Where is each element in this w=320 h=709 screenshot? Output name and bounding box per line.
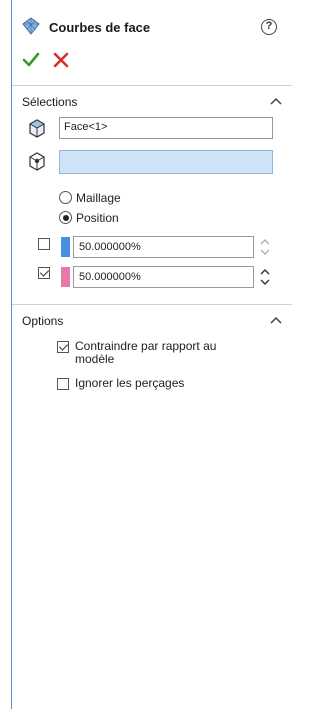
spinner-up-icon[interactable] [260, 268, 270, 276]
section-title-selections: Sélections [22, 95, 78, 109]
vertex-selection-icon [29, 152, 45, 171]
cancel-x-icon[interactable] [53, 52, 69, 68]
ok-checkmark-icon[interactable] [22, 52, 40, 68]
vertex-selection-field[interactable] [59, 150, 273, 174]
section-divider [12, 304, 292, 305]
direction1-percent-field[interactable]: 50.000000% [73, 236, 254, 258]
radio-maillage-label: Maillage [76, 191, 121, 205]
direction1-checkbox[interactable] [38, 238, 50, 250]
radio-maillage-button[interactable] [59, 191, 72, 204]
direction2-checkbox[interactable] [38, 267, 50, 279]
property-manager-panel: Courbes de face ? Sélections Face<1> Mai… [12, 0, 292, 709]
panel-title: Courbes de face [49, 20, 151, 35]
face-selection-field[interactable]: Face<1> [59, 117, 273, 139]
constrain-to-model-label: Contraindre par rapport au modèle [75, 339, 217, 366]
spinner-up-icon[interactable] [260, 238, 270, 246]
direction2-color-swatch [61, 267, 70, 287]
chevron-up-icon[interactable] [270, 97, 282, 105]
constrain-to-model-checkbox[interactable] [57, 341, 69, 353]
ignore-holes-checkbox[interactable] [57, 378, 69, 390]
radio-position-button[interactable] [59, 211, 72, 224]
ignore-holes-label: Ignorer les perçages [75, 376, 185, 390]
spinner-down-icon[interactable] [260, 248, 270, 256]
spinner-down-icon[interactable] [260, 278, 270, 286]
direction1-spinner[interactable] [260, 236, 270, 258]
help-icon[interactable]: ? [261, 19, 277, 35]
direction2-spinner[interactable] [260, 266, 270, 288]
radio-position-label: Position [76, 211, 119, 225]
surface-mesh-icon [22, 17, 40, 35]
face-selection-icon [28, 119, 46, 138]
section-title-options: Options [22, 314, 64, 328]
section-divider [12, 85, 292, 86]
direction1-color-swatch [61, 237, 70, 257]
chevron-up-icon[interactable] [270, 316, 282, 324]
panel-header: Courbes de face ? [12, 14, 292, 44]
direction2-percent-field[interactable]: 50.000000% [73, 266, 254, 288]
